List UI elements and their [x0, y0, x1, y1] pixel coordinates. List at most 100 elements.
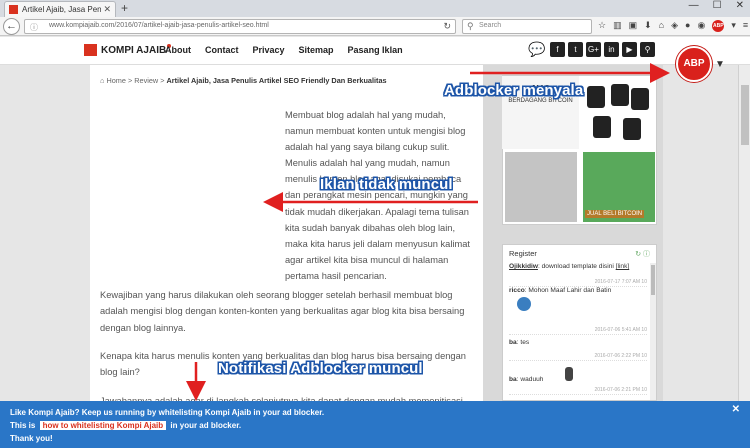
shout-time: 2016-07-06 2:22 PM 10: [594, 353, 647, 359]
notice-line-3: Thank you!: [10, 434, 53, 443]
favicon-icon: [9, 5, 18, 14]
window-controls: — ☐ ✕: [689, 0, 744, 11]
youtube-icon[interactable]: ▶: [622, 42, 637, 57]
menu-item-pasang-iklan[interactable]: Pasang Iklan: [348, 45, 403, 55]
logo-text: KOMPI AJAIB: [101, 44, 167, 56]
google-plus-icon[interactable]: G+: [586, 42, 601, 57]
notice-line-1: Like Kompi Ajaib? Keep us running by whi…: [10, 408, 325, 417]
library-icon[interactable]: ▥: [613, 20, 622, 32]
minimize-icon[interactable]: —: [689, 0, 699, 11]
annotation-adblocker-on: Adblocker menyala: [444, 82, 584, 99]
shout-user[interactable]: ba: [509, 376, 517, 383]
logo-mark-icon: [84, 44, 97, 56]
breadcrumb-separator: >: [160, 76, 165, 85]
watch-image: [623, 118, 641, 140]
address-bar[interactable]: ⓘ www.kompiajaib.com/2016/07/artikel-aja…: [24, 19, 456, 34]
shop-ad-image[interactable]: JUAL BELI BITCOIN: [583, 152, 655, 222]
shout-time: 2016-07-06 2:21 PM 10: [594, 387, 647, 393]
paragraph-1: Membuat blog adalah hal yang mudah, namu…: [285, 110, 470, 281]
search-placeholder: Search: [479, 22, 502, 29]
cat-ad-image[interactable]: [505, 152, 577, 222]
breadcrumb-separator: >: [127, 76, 133, 85]
browser-tab[interactable]: Artikel Ajaib, Jasa Penulis A... ✕: [4, 1, 116, 17]
adblock-notice-bar: Like Kompi Ajaib? Keep us running by whi…: [0, 401, 750, 448]
breadcrumb-home[interactable]: Home: [106, 76, 125, 85]
shout-time: 2016-07-06 5:41 AM 10: [594, 327, 647, 333]
menu-item-privacy[interactable]: Privacy: [253, 45, 285, 55]
facebook-icon[interactable]: f: [550, 42, 565, 57]
linkedin-icon[interactable]: in: [604, 42, 619, 57]
scrollbar-thumb[interactable]: [741, 85, 749, 145]
search-icon[interactable]: ⚲: [640, 42, 655, 57]
new-tab-button[interactable]: +: [121, 1, 128, 15]
navigation-bar: ← ⓘ www.kompiajaib.com/2016/07/artikel-a…: [0, 17, 750, 36]
menu-item-about[interactable]: About: [165, 45, 191, 55]
hamburger-menu-icon[interactable]: ≡: [743, 20, 748, 32]
shoutbox: Register ↻ ⓘ Ojikkidiw: download templat…: [502, 244, 657, 401]
chat-icon[interactable]: ●: [685, 20, 690, 32]
search-box[interactable]: ⚲ Search: [462, 19, 592, 34]
paragraph-4: Jawabannya adalah agar di langkah selanj…: [100, 396, 463, 401]
chat-icon[interactable]: 💬: [527, 42, 547, 57]
annotation-ads-hidden: Iklan tidak muncul: [320, 176, 453, 193]
whitelist-link[interactable]: how to whitelisting Kompi Ajaib: [39, 421, 167, 430]
pocket-icon[interactable]: ◈: [671, 20, 678, 32]
shoutbox-title[interactable]: Register: [509, 249, 537, 259]
site-header: KOMPI AJAIB About Contact Privacy Sitema…: [0, 37, 750, 65]
twitter-icon[interactable]: t: [568, 42, 583, 57]
shout-user[interactable]: ricco: [509, 287, 525, 294]
shoutbox-header: Register ↻ ⓘ: [503, 245, 656, 263]
notice-line-2-post: in your ad blocker.: [170, 421, 242, 430]
download-icon[interactable]: ⬇: [644, 20, 652, 32]
tab-title: Artikel Ajaib, Jasa Penulis A...: [22, 5, 102, 14]
shout-time: 2016-07-17 7:07 AM 10: [594, 279, 647, 285]
shout-text: : tes: [516, 339, 530, 346]
watch-image: [593, 116, 611, 138]
shout-message: ricco: Mohon Maaf Lahir dan Batin 2016-0…: [509, 287, 647, 335]
home-icon: ⌂: [100, 76, 105, 85]
toolbar-icons: ☆ ▥ ▣ ⬇ ⌂ ◈ ● ◉ ABP ▾ ≡: [598, 20, 748, 32]
close-icon[interactable]: ✕: [732, 403, 740, 416]
shoutbox-scrollbar[interactable]: [650, 263, 656, 400]
emoticon-icon: [565, 367, 574, 381]
notice-line-2-pre: This is: [10, 421, 36, 430]
adblock-plus-icon[interactable]: ABP: [676, 46, 712, 82]
tab-close-icon[interactable]: ✕: [103, 4, 111, 15]
site-logo[interactable]: KOMPI AJAIB: [84, 44, 172, 56]
watch-image: [587, 86, 605, 108]
url-text: www.kompiajaib.com/2016/07/artikel-ajaib…: [49, 22, 269, 29]
page-scrollbar[interactable]: [738, 65, 750, 401]
chevron-down-icon[interactable]: ▼: [715, 59, 725, 70]
shout-user[interactable]: Ojikkidiw: [509, 263, 538, 270]
emoticon-icon: [517, 297, 531, 311]
close-window-icon[interactable]: ✕: [736, 0, 744, 11]
lock-icon[interactable]: ▣: [629, 20, 638, 32]
sync-icon[interactable]: ◉: [697, 20, 705, 32]
menu-item-sitemap[interactable]: Sitemap: [299, 45, 334, 55]
notice-line-2: This is how to whitelisting Kompi Ajaib …: [10, 419, 740, 432]
breadcrumb: ⌂ Home > Review > Artikel Ajaib, Jasa Pe…: [100, 76, 387, 85]
bookmark-star-icon[interactable]: ☆: [598, 20, 606, 32]
chevron-down-icon[interactable]: ▾: [731, 20, 736, 32]
shout-text: : download template disini: [537, 263, 614, 270]
breadcrumb-review[interactable]: Review: [134, 76, 158, 85]
hidden-ad-slot: [90, 107, 280, 282]
shout-user[interactable]: ba: [509, 339, 517, 346]
menu-item-contact[interactable]: Contact: [205, 45, 239, 55]
adblock-toolbar-icon[interactable]: ABP: [712, 20, 725, 32]
home-icon[interactable]: ⌂: [659, 20, 664, 32]
tab-bar: Artikel Ajaib, Jasa Penulis A... ✕ + — ☐…: [0, 0, 750, 17]
shout-message: Ojikkidiw: download template disini [lin…: [509, 263, 647, 287]
smartwatch-ad[interactable]: [583, 80, 653, 146]
shout-link[interactable]: [link]: [616, 263, 630, 270]
article-paragraph: Membuat blog adalah hal yang mudah, namu…: [285, 107, 475, 284]
shoutbox-messages: Ojikkidiw: download template disini [lin…: [509, 263, 647, 395]
refresh-icon[interactable]: ↻ ⓘ: [635, 249, 650, 259]
back-button[interactable]: ←: [3, 18, 20, 35]
shout-text: : waduuh: [516, 376, 544, 383]
breadcrumb-current: Artikel Ajaib, Jasa Penulis Artikel SEO …: [166, 76, 387, 85]
maximize-icon[interactable]: ☐: [713, 0, 722, 11]
reload-icon[interactable]: ↻: [443, 21, 451, 32]
info-icon[interactable]: ⓘ: [30, 22, 38, 33]
search-icon: ⚲: [467, 21, 474, 31]
